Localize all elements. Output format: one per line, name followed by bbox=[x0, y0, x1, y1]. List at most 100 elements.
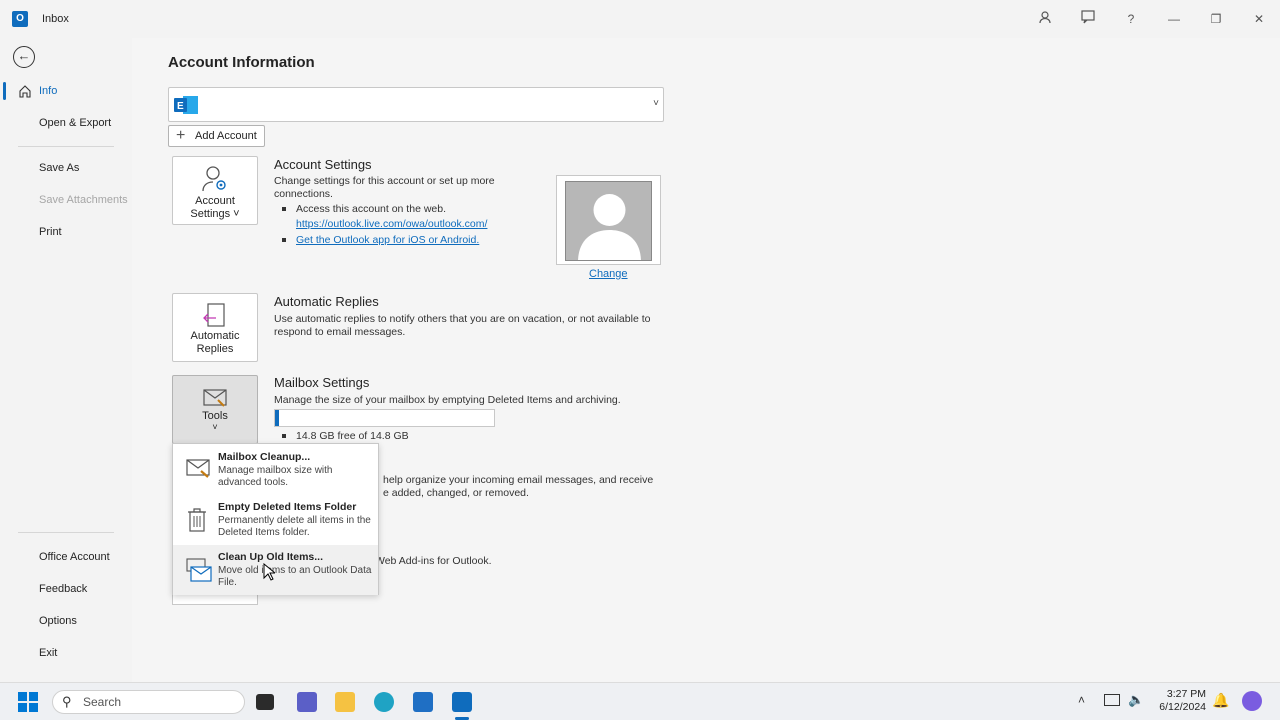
owa-link[interactable]: https://outlook.live.com/owa/outlook.com… bbox=[296, 218, 487, 230]
chevron-down-icon: ˅ bbox=[653, 98, 659, 109]
menu-item-desc: Move old items to an Outlook Data File. bbox=[218, 565, 372, 588]
menu-item-clean-up-old-items[interactable]: Clean Up Old Items... Move old items to … bbox=[173, 545, 378, 595]
page-title: Account Information bbox=[168, 54, 315, 71]
task-view-icon[interactable] bbox=[256, 694, 274, 710]
teams-icon[interactable] bbox=[297, 692, 317, 712]
chevron-down-icon: ˅ bbox=[212, 422, 218, 432]
close-button[interactable]: ✕ bbox=[1249, 10, 1269, 28]
outlook-app-icon: O bbox=[12, 11, 28, 27]
copilot-icon[interactable] bbox=[1242, 691, 1262, 711]
sidebar-item-exit[interactable]: Exit bbox=[0, 640, 132, 666]
file-explorer-icon[interactable] bbox=[335, 692, 355, 712]
tools-dropdown-menu: Mailbox Cleanup... Manage mailbox size w… bbox=[172, 443, 379, 595]
feedback-icon[interactable] bbox=[1078, 10, 1098, 28]
speaker-icon[interactable]: 🔈 bbox=[1128, 692, 1144, 708]
main-content: Account Information E ˅ + Add Account Ac… bbox=[132, 38, 1280, 682]
search-placeholder: Search bbox=[83, 695, 122, 709]
chevron-up-icon[interactable]: ˄ bbox=[1078, 693, 1085, 707]
archive-icon bbox=[186, 558, 212, 582]
clock-date: 6/12/2024 bbox=[1159, 701, 1206, 713]
get-app-link[interactable]: Get the Outlook app for iOS or Android. bbox=[296, 234, 479, 246]
windows-start-icon[interactable] bbox=[18, 692, 38, 712]
menu-item-title: Clean Up Old Items... bbox=[218, 551, 324, 563]
mouse-cursor-icon bbox=[263, 563, 275, 581]
sidebar-item-label: Save As bbox=[39, 162, 80, 174]
outlook-taskbar-icon[interactable] bbox=[452, 692, 472, 712]
bullet-item: Get the Outlook app for iOS or Android. bbox=[282, 234, 479, 246]
profile-photo-frame bbox=[556, 175, 661, 265]
sidebar-item-info[interactable]: Info bbox=[0, 78, 132, 104]
button-label: Settings ˅ bbox=[190, 208, 240, 220]
minimize-button[interactable]: — bbox=[1164, 10, 1184, 28]
sidebar-item-label: Options bbox=[39, 615, 77, 627]
back-arrow-icon[interactable]: ← bbox=[13, 46, 35, 68]
button-label: Replies bbox=[196, 343, 234, 355]
sidebar-item-options[interactable]: Options bbox=[0, 608, 132, 634]
account-settings-button[interactable]: Account Settings ˅ bbox=[172, 156, 258, 225]
exchange-icon: E bbox=[174, 96, 198, 114]
sidebar-item-label: Print bbox=[39, 226, 62, 238]
help-icon[interactable]: ? bbox=[1121, 10, 1141, 28]
taskbar: ⚲ Search ˄ 🔈 3:27 PM 6/12/2024 🔔 bbox=[0, 682, 1280, 720]
selection-indicator bbox=[3, 82, 6, 100]
display-icon[interactable] bbox=[1104, 694, 1120, 706]
divider bbox=[18, 532, 114, 533]
button-label: Automatic bbox=[190, 330, 240, 342]
change-photo-link[interactable]: Change bbox=[589, 268, 628, 280]
account-settings-icon bbox=[202, 166, 226, 192]
automatic-replies-desc: Use automatic replies to notify others t… bbox=[274, 313, 651, 338]
button-label: Tools bbox=[202, 410, 228, 422]
taskbar-clock[interactable]: 3:27 PM 6/12/2024 bbox=[1159, 688, 1206, 714]
account-settings-desc: Change settings for this account or set … bbox=[274, 175, 495, 200]
menu-item-title: Empty Deleted Items Folder bbox=[218, 501, 357, 513]
menu-item-desc: Manage mailbox size with advanced tools. bbox=[218, 465, 333, 488]
menu-item-empty-deleted-items[interactable]: Empty Deleted Items Folder Permanently d… bbox=[173, 495, 378, 545]
mailbox-quota-bar bbox=[274, 409, 495, 427]
add-account-button[interactable]: + Add Account bbox=[168, 125, 265, 147]
button-label: Account bbox=[195, 195, 235, 207]
mailbox-cleanup-icon bbox=[186, 459, 210, 478]
restore-button[interactable]: ❐ bbox=[1206, 10, 1226, 28]
sidebar-item-label: Office Account bbox=[39, 551, 110, 563]
mailbox-quota-fill bbox=[275, 410, 279, 426]
sidebar-item-label: Info bbox=[39, 85, 58, 97]
tools-button[interactable]: Tools ˅ bbox=[172, 375, 258, 444]
account-icon[interactable] bbox=[1035, 10, 1055, 28]
divider bbox=[18, 146, 114, 147]
automatic-replies-title: Automatic Replies bbox=[274, 294, 379, 309]
sidebar-item-label: Save Attachments bbox=[39, 194, 128, 206]
svg-text:E: E bbox=[177, 101, 184, 112]
automatic-replies-icon bbox=[203, 303, 225, 327]
taskbar-search[interactable]: ⚲ Search bbox=[52, 690, 245, 714]
menu-item-mailbox-cleanup[interactable]: Mailbox Cleanup... Manage mailbox size w… bbox=[173, 445, 378, 495]
menu-item-title: Mailbox Cleanup... bbox=[218, 451, 311, 463]
sidebar-item-label: Feedback bbox=[39, 583, 88, 595]
rules-desc: e added, changed, or removed. bbox=[383, 487, 529, 499]
bullet-text: Access this account on the web. bbox=[296, 203, 446, 215]
sidebar-item-save-as[interactable]: Save As bbox=[0, 155, 132, 181]
trash-icon bbox=[188, 508, 206, 532]
microsoft-store-icon[interactable] bbox=[413, 692, 433, 712]
sidebar-item-save-attachments: Save Attachments bbox=[0, 187, 132, 213]
menu-item-desc: Permanently delete all items in the Dele… bbox=[218, 515, 371, 538]
search-icon: ⚲ bbox=[62, 694, 72, 709]
quota-text: 14.8 GB free of 14.8 GB bbox=[296, 430, 409, 442]
sidebar-item-feedback[interactable]: Feedback bbox=[0, 576, 132, 602]
addins-desc: Web Add-ins for Outlook. bbox=[375, 555, 492, 567]
edge-icon[interactable] bbox=[374, 692, 394, 712]
home-icon bbox=[19, 85, 31, 98]
backstage-sidebar: ← Info Open & Export Save As Save Attach… bbox=[0, 38, 132, 682]
notification-bell-icon[interactable]: 🔔 bbox=[1212, 692, 1229, 709]
window-title: Inbox bbox=[42, 13, 69, 25]
clock-time: 3:27 PM bbox=[1166, 688, 1206, 700]
person-icon bbox=[578, 194, 641, 260]
sidebar-item-open-export[interactable]: Open & Export bbox=[0, 110, 132, 136]
sidebar-item-print[interactable]: Print bbox=[0, 219, 132, 245]
rules-desc: help organize your incoming email messag… bbox=[383, 474, 654, 486]
account-selector[interactable]: E ˅ bbox=[168, 87, 664, 122]
tools-icon bbox=[203, 389, 227, 407]
mailbox-settings-desc: Manage the size of your mailbox by empty… bbox=[274, 394, 621, 406]
automatic-replies-button[interactable]: Automatic Replies bbox=[172, 293, 258, 362]
account-settings-title: Account Settings bbox=[274, 157, 372, 172]
sidebar-item-office-account[interactable]: Office Account bbox=[0, 544, 132, 570]
